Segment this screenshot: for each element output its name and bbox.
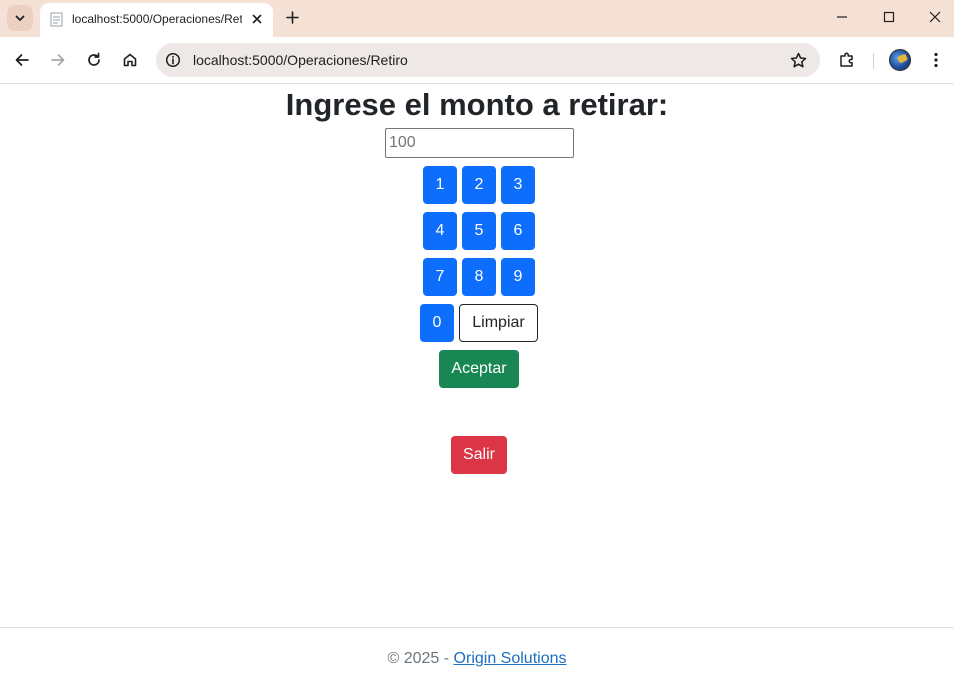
- keypad-button-4[interactable]: 4: [423, 212, 457, 250]
- tab-close-button[interactable]: [247, 9, 267, 29]
- keypad-button-6[interactable]: 6: [501, 212, 535, 250]
- extensions-button[interactable]: [834, 47, 860, 73]
- keypad-button-8[interactable]: 8: [462, 258, 496, 296]
- toolbar-separator: [873, 53, 874, 69]
- new-tab-button[interactable]: [281, 6, 303, 28]
- keypad-button-2[interactable]: 2: [462, 166, 496, 204]
- maximize-button[interactable]: [876, 6, 902, 28]
- keypad-button-0[interactable]: 0: [420, 304, 454, 342]
- company-link[interactable]: Origin Solutions: [454, 650, 567, 667]
- address-bar[interactable]: localhost:5000/Operaciones/Retiro: [156, 43, 820, 77]
- avatar-satellite-icon: [896, 53, 909, 64]
- back-button[interactable]: [9, 47, 35, 73]
- profile-avatar[interactable]: [889, 49, 911, 71]
- keypad-button-5[interactable]: 5: [462, 212, 496, 250]
- minimize-button[interactable]: [829, 6, 855, 28]
- star-icon: [790, 52, 806, 67]
- keypad-button-3[interactable]: 3: [501, 166, 535, 204]
- keypad-button-9[interactable]: 9: [501, 258, 535, 296]
- exit-button[interactable]: Salir: [451, 436, 507, 474]
- reload-icon: [88, 52, 100, 66]
- amount-input[interactable]: [385, 128, 574, 158]
- forward-button[interactable]: [45, 47, 71, 73]
- reload-button[interactable]: [81, 47, 107, 73]
- page-content: Ingrese el monto a retirar: 1 2 3 4 5 6 …: [0, 84, 954, 679]
- plus-icon: [285, 10, 299, 24]
- home-icon: [123, 53, 137, 67]
- browser-tab-strip: localhost:5000/Operaciones/Retiro: [0, 0, 954, 37]
- close-icon: [929, 11, 941, 23]
- window-close-button[interactable]: [922, 6, 948, 28]
- accept-button[interactable]: Aceptar: [439, 350, 519, 388]
- tab-search-button[interactable]: [7, 5, 33, 31]
- home-button[interactable]: [117, 47, 143, 73]
- browser-tab[interactable]: localhost:5000/Operaciones/Retiro: [40, 3, 273, 37]
- page-title: Ingrese el monto a retirar:: [285, 87, 669, 122]
- page-favicon-icon: [50, 12, 63, 27]
- site-info-icon[interactable]: [164, 51, 182, 69]
- clear-button[interactable]: Limpiar: [459, 304, 538, 342]
- maximize-icon: [883, 11, 895, 23]
- bookmark-star-button[interactable]: [788, 50, 808, 70]
- browser-toolbar: localhost:5000/Operaciones/Retiro: [0, 37, 954, 84]
- tab-title: localhost:5000/Operaciones/Retiro: [72, 12, 242, 26]
- chevron-down-icon: [15, 15, 25, 21]
- keypad-button-7[interactable]: 7: [423, 258, 457, 296]
- kebab-menu-icon: [934, 52, 938, 68]
- url-text: localhost:5000/Operaciones/Retiro: [193, 52, 408, 68]
- arrow-right-icon: [51, 54, 65, 66]
- puzzle-icon: [840, 52, 853, 67]
- footer: © 2025 - Origin Solutions: [0, 627, 954, 679]
- close-icon: [252, 14, 262, 24]
- arrow-left-icon: [15, 54, 29, 66]
- copyright-text: © 2025 -: [387, 650, 454, 667]
- footer-text: © 2025 - Origin Solutions: [0, 650, 954, 668]
- keypad-button-1[interactable]: 1: [423, 166, 457, 204]
- minimize-icon: [837, 16, 847, 18]
- browser-menu-button[interactable]: [924, 47, 948, 73]
